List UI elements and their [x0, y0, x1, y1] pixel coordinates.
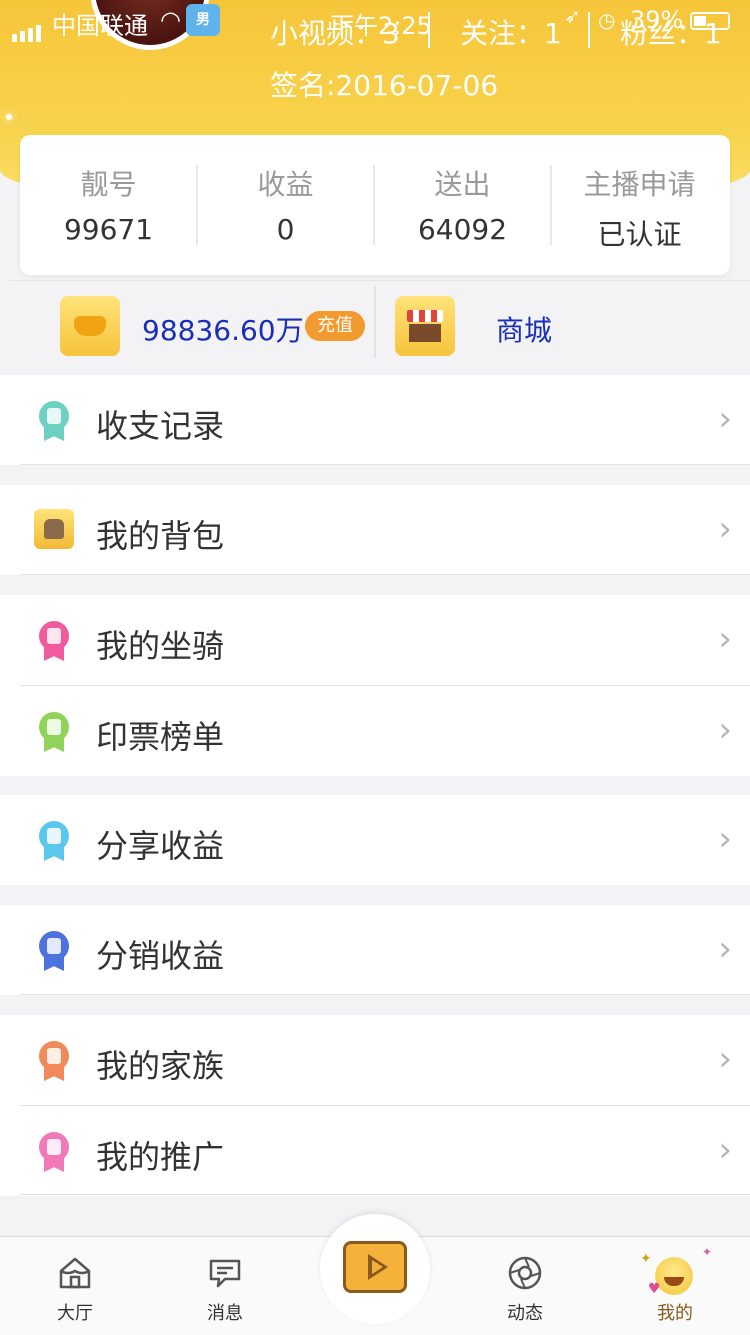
- info-label: 靓号: [80, 168, 137, 201]
- group-divider: [20, 1194, 750, 1195]
- message-icon: [209, 1259, 241, 1288]
- chevron-right-icon: ›: [718, 1130, 732, 1170]
- menu-group-mount: 我的坐骑 › 印票榜单 ›: [0, 595, 750, 776]
- group-divider: [20, 464, 750, 465]
- menu-group-share: 分享收益 ›: [0, 795, 750, 885]
- chevron-right-icon: ›: [718, 710, 732, 750]
- menu-item-records[interactable]: 收支记录 ›: [0, 375, 750, 465]
- signal-icon: [12, 14, 44, 42]
- tab-me[interactable]: ♥ ✦ ✦ 我的: [620, 1237, 730, 1335]
- tab-moments[interactable]: 动态: [470, 1237, 580, 1335]
- menu-group-backpack: 我的背包 ›: [0, 485, 750, 575]
- info-card: 靓号 99671 收益 0 送出 64092 主播申请 已认证: [20, 135, 730, 275]
- play-video-icon: [343, 1241, 407, 1293]
- chevron-right-icon: ›: [718, 619, 732, 659]
- tab-label: 大厅: [57, 1303, 93, 1324]
- alarm-icon: ◷: [598, 8, 616, 32]
- menu-item-distribution-earnings[interactable]: 分销收益 ›: [0, 905, 750, 995]
- gold-ingot-icon: [60, 296, 120, 356]
- menu-item-label: 收支记录: [96, 407, 225, 445]
- menu-item-label: 分销收益: [96, 937, 225, 975]
- chevron-right-icon: ›: [718, 1039, 732, 1079]
- info-value: 64092: [417, 213, 508, 246]
- menu-item-label: 我的背包: [96, 517, 225, 555]
- shop-link[interactable]: 商城: [496, 309, 552, 349]
- menu-group-family: 我的家族 › 我的推广 ›: [0, 1015, 750, 1196]
- tab-label: 我的: [657, 1303, 693, 1324]
- carrier: 中国联通: [52, 12, 148, 40]
- ribbon-record-icon: [34, 401, 74, 441]
- clock: 下午2:25: [330, 12, 432, 40]
- ribbon-promotion-icon: [34, 1132, 74, 1172]
- battery-percent: 39%: [630, 6, 684, 34]
- menu-group-records: 收支记录 ›: [0, 375, 750, 465]
- hall-icon: [59, 1257, 91, 1289]
- wifi-icon: ◠: [160, 6, 181, 34]
- info-pretty-number[interactable]: 靓号 99671: [20, 135, 197, 275]
- menu-item-label: 分享收益: [96, 827, 225, 865]
- info-label: 收益: [257, 168, 314, 201]
- aperture-icon: [508, 1256, 542, 1290]
- info-sent[interactable]: 送出 64092: [374, 135, 551, 275]
- menu-item-family[interactable]: 我的家族 ›: [0, 1015, 750, 1105]
- backpack-icon: [34, 509, 74, 551]
- tab-messages[interactable]: 消息: [170, 1237, 280, 1335]
- chevron-right-icon: ›: [718, 819, 732, 859]
- menu-item-promotion[interactable]: 我的推广 ›: [20, 1105, 750, 1196]
- menu-item-backpack[interactable]: 我的背包 ›: [0, 485, 750, 575]
- status-bar: 中国联通 ◠ 下午2:25 ➶ ◷ 39%: [0, 0, 750, 42]
- info-value: 0: [276, 213, 295, 246]
- tab-hall[interactable]: 大厅: [20, 1237, 130, 1335]
- menu-item-share-earnings[interactable]: 分享收益 ›: [0, 795, 750, 885]
- ribbon-car-icon: [34, 621, 74, 661]
- wallet-row: 98836.60万 充值 商城: [10, 280, 750, 371]
- group-divider: [20, 574, 750, 575]
- coin-balance: 98836.60万: [142, 314, 304, 347]
- menu-item-label: 我的家族: [96, 1047, 225, 1085]
- menu-item-label: 我的推广: [96, 1138, 225, 1176]
- ribbon-family-icon: [34, 1041, 74, 1081]
- ribbon-share-icon: [34, 821, 74, 861]
- signature: 签名:2016-07-06: [270, 69, 499, 102]
- battery-icon: [690, 12, 730, 30]
- group-divider: [20, 994, 750, 995]
- info-value: 99671: [63, 213, 154, 246]
- ribbon-ticket-icon: [34, 712, 74, 752]
- info-label: 送出: [434, 168, 491, 201]
- recharge-button[interactable]: 充值: [305, 311, 365, 341]
- chevron-right-icon: ›: [718, 399, 732, 439]
- info-anchor-application[interactable]: 主播申请 已认证: [551, 135, 728, 275]
- shop-icon[interactable]: [395, 296, 455, 356]
- menu-item-label: 我的坐骑: [96, 627, 225, 665]
- sparkle-icon: ✦: [640, 1251, 652, 1267]
- wallet-divider: [374, 286, 376, 358]
- menu-item-ticket-ranking[interactable]: 印票榜单 ›: [20, 685, 750, 776]
- chevron-right-icon: ›: [718, 509, 732, 549]
- location-icon: ➶: [564, 4, 581, 28]
- center-video-button[interactable]: [320, 1214, 430, 1324]
- tab-label: 动态: [507, 1303, 543, 1324]
- me-emoji-icon: [655, 1257, 693, 1295]
- sparkle-icon: ✦: [702, 1245, 713, 1259]
- heart-icon: ♥: [648, 1281, 661, 1297]
- chevron-right-icon: ›: [718, 929, 732, 969]
- menu-item-label: 印票榜单: [96, 718, 225, 756]
- info-value: 已认证: [597, 218, 682, 251]
- menu-group-distribution: 分销收益 ›: [0, 905, 750, 995]
- ribbon-distribution-icon: [34, 931, 74, 971]
- info-label: 主播申请: [583, 168, 696, 201]
- menu-item-mount[interactable]: 我的坐骑 ›: [0, 595, 750, 685]
- sparkle-decoration: [6, 114, 12, 120]
- tab-label: 消息: [207, 1303, 243, 1324]
- info-earnings[interactable]: 收益 0: [197, 135, 374, 275]
